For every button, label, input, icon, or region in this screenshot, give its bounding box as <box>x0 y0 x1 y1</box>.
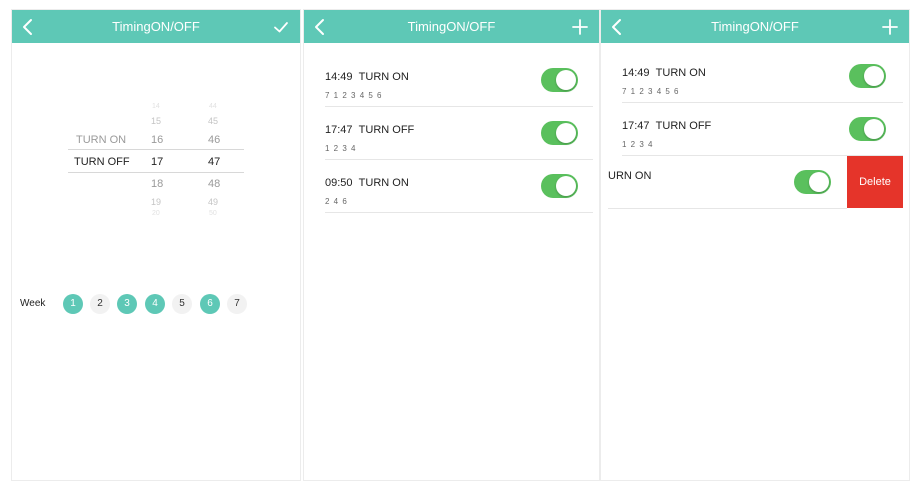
picker-action-option[interactable]: TURN ON <box>76 134 126 146</box>
header-bar: TimingON/OFF <box>12 10 300 43</box>
picker-hour-option[interactable]: 15 <box>151 116 161 126</box>
day-toggle-5[interactable]: 5 <box>172 294 192 314</box>
toggle-knob <box>864 66 884 86</box>
chevron-left-icon[interactable] <box>312 18 328 36</box>
timer-title: 17:47 TURN OFF <box>325 124 414 136</box>
picker-minute-option[interactable]: 46 <box>208 134 220 146</box>
plus-icon[interactable] <box>571 18 589 36</box>
day-toggle-6[interactable]: 6 <box>200 294 220 314</box>
picker-hour-option[interactable]: 16 <box>151 134 163 146</box>
page-title: TimingON/OFF <box>112 19 200 34</box>
page-title: TimingON/OFF <box>407 19 496 34</box>
toggle-knob <box>556 70 576 90</box>
timer-title: 09:50 TURN ON <box>325 177 409 189</box>
timer-list-delete-screen: TimingON/OFF 14:49 TURN ON 7 1 2 3 4 5 6… <box>601 10 909 480</box>
chevron-left-icon[interactable] <box>609 18 625 36</box>
timer-row[interactable]: 17:47 TURN OFF 1 2 3 4 <box>325 107 593 160</box>
picker-minute-selected[interactable]: 47 <box>208 156 220 168</box>
day-toggle-1[interactable]: 1 <box>63 294 83 314</box>
picker-hour-option[interactable]: 20 <box>152 210 160 217</box>
timer-enable-toggle[interactable] <box>541 174 578 198</box>
day-toggle-2[interactable]: 2 <box>90 294 110 314</box>
timer-edit-screen: TimingON/OFF TURN ON TURN OFF 14 15 16 1… <box>12 10 300 480</box>
header-bar: TimingON/OFF <box>304 10 599 43</box>
timer-action: TURN ON <box>358 71 409 83</box>
timer-row[interactable]: 09:50 TURN ON 2 4 6 <box>325 160 593 213</box>
timer-list-screen: TimingON/OFF 14:49 TURN ON 7 1 2 3 4 5 6… <box>304 10 599 480</box>
timer-row[interactable]: 14:49 TURN ON 7 1 2 3 4 5 6 <box>325 54 593 107</box>
picker-minute-option[interactable]: 44 <box>209 103 217 110</box>
picker-selection-line-bottom <box>68 172 244 173</box>
timer-days: 1 2 3 4 <box>325 144 357 153</box>
day-toggle-3[interactable]: 3 <box>117 294 137 314</box>
timer-row[interactable]: 17:47 TURN OFF 1 2 3 4 <box>622 103 903 156</box>
picker-minute-option[interactable]: 49 <box>208 197 218 207</box>
timer-days: 1 2 3 4 <box>622 140 654 149</box>
timer-action: TURN OFF <box>655 120 712 132</box>
delete-button[interactable]: Delete <box>847 156 903 208</box>
checkmark-icon[interactable] <box>272 18 290 36</box>
day-toggle-7[interactable]: 7 <box>227 294 247 314</box>
timer-enable-toggle[interactable] <box>849 117 886 141</box>
timer-row[interactable]: 14:49 TURN ON 7 1 2 3 4 5 6 <box>622 50 903 103</box>
timer-time: 09:50 <box>325 177 353 189</box>
week-label: Week <box>20 298 46 309</box>
swiped-timer-row[interactable]: URN ON <box>608 156 847 209</box>
timer-days: 2 4 6 <box>325 197 348 206</box>
timer-action: TURN OFF <box>358 124 415 136</box>
timer-title: 14:49 TURN ON <box>622 67 706 79</box>
picker-hour-option[interactable]: 18 <box>151 178 163 190</box>
toggle-knob <box>556 123 576 143</box>
timer-enable-toggle[interactable] <box>849 64 886 88</box>
timer-title: 14:49 TURN ON <box>325 71 409 83</box>
picker-selection-line-top <box>68 149 244 150</box>
chevron-left-icon[interactable] <box>20 18 36 36</box>
plus-icon[interactable] <box>881 18 899 36</box>
timer-time: 17:47 <box>622 120 650 132</box>
toggle-knob <box>809 172 829 192</box>
page-title: TimingON/OFF <box>711 19 799 34</box>
day-toggle-4[interactable]: 4 <box>145 294 165 314</box>
timer-time: 14:49 <box>325 71 353 83</box>
picker-minute-option[interactable]: 45 <box>208 116 218 126</box>
picker-hour-selected[interactable]: 17 <box>151 156 163 168</box>
timer-time: 14:49 <box>622 67 650 79</box>
timer-time: 17:47 <box>325 124 353 136</box>
timer-title-truncated: URN ON <box>608 170 652 182</box>
picker-hour-option[interactable]: 14 <box>152 103 160 110</box>
picker-action-selected[interactable]: TURN OFF <box>74 156 130 168</box>
header-bar: TimingON/OFF <box>601 10 909 43</box>
timer-days: 7 1 2 3 4 5 6 <box>622 87 680 96</box>
timer-enable-toggle[interactable] <box>541 68 578 92</box>
timer-title: 17:47 TURN OFF <box>622 120 711 132</box>
timer-action: TURN ON <box>655 67 706 79</box>
timer-action: TURN ON <box>358 177 409 189</box>
picker-minute-option[interactable]: 48 <box>208 178 220 190</box>
timer-days: 7 1 2 3 4 5 6 <box>325 91 383 100</box>
toggle-knob <box>556 176 576 196</box>
timer-enable-toggle[interactable] <box>794 170 831 194</box>
picker-minute-option[interactable]: 50 <box>209 210 217 217</box>
picker-hour-option[interactable]: 19 <box>151 197 161 207</box>
timer-enable-toggle[interactable] <box>541 121 578 145</box>
toggle-knob <box>864 119 884 139</box>
